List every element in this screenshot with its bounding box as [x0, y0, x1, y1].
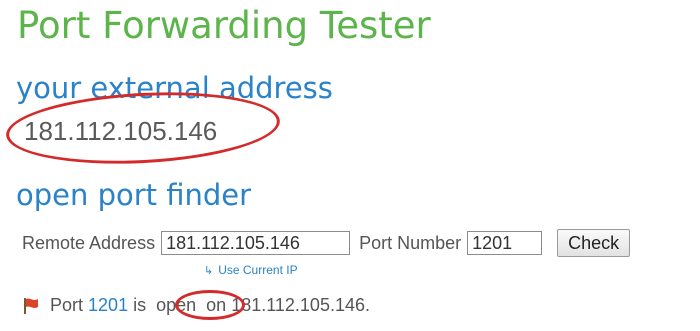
page-title: Port Forwarding Tester	[17, 4, 431, 47]
flag-icon	[24, 297, 38, 314]
remote-address-label: Remote Address	[22, 232, 156, 253]
status-highlight-circle	[175, 290, 245, 320]
use-current-ip-icon: ↳	[204, 264, 214, 277]
open-port-finder-heading: open port finder	[16, 178, 252, 212]
port-number-input[interactable]	[467, 231, 543, 255]
use-current-ip-label: Use Current IP	[218, 263, 298, 277]
is-word: is	[133, 295, 147, 315]
check-button[interactable]: Check	[557, 229, 631, 257]
port-check-form: Remote Address Port Number Check	[22, 229, 631, 257]
port-number-label: Port Number	[359, 232, 462, 253]
use-current-ip-link[interactable]: ↳ Use Current IP	[204, 263, 298, 277]
port-word: Port	[50, 295, 84, 315]
remote-address-input[interactable]	[161, 231, 351, 255]
result-port-link[interactable]: 1201	[88, 295, 128, 316]
